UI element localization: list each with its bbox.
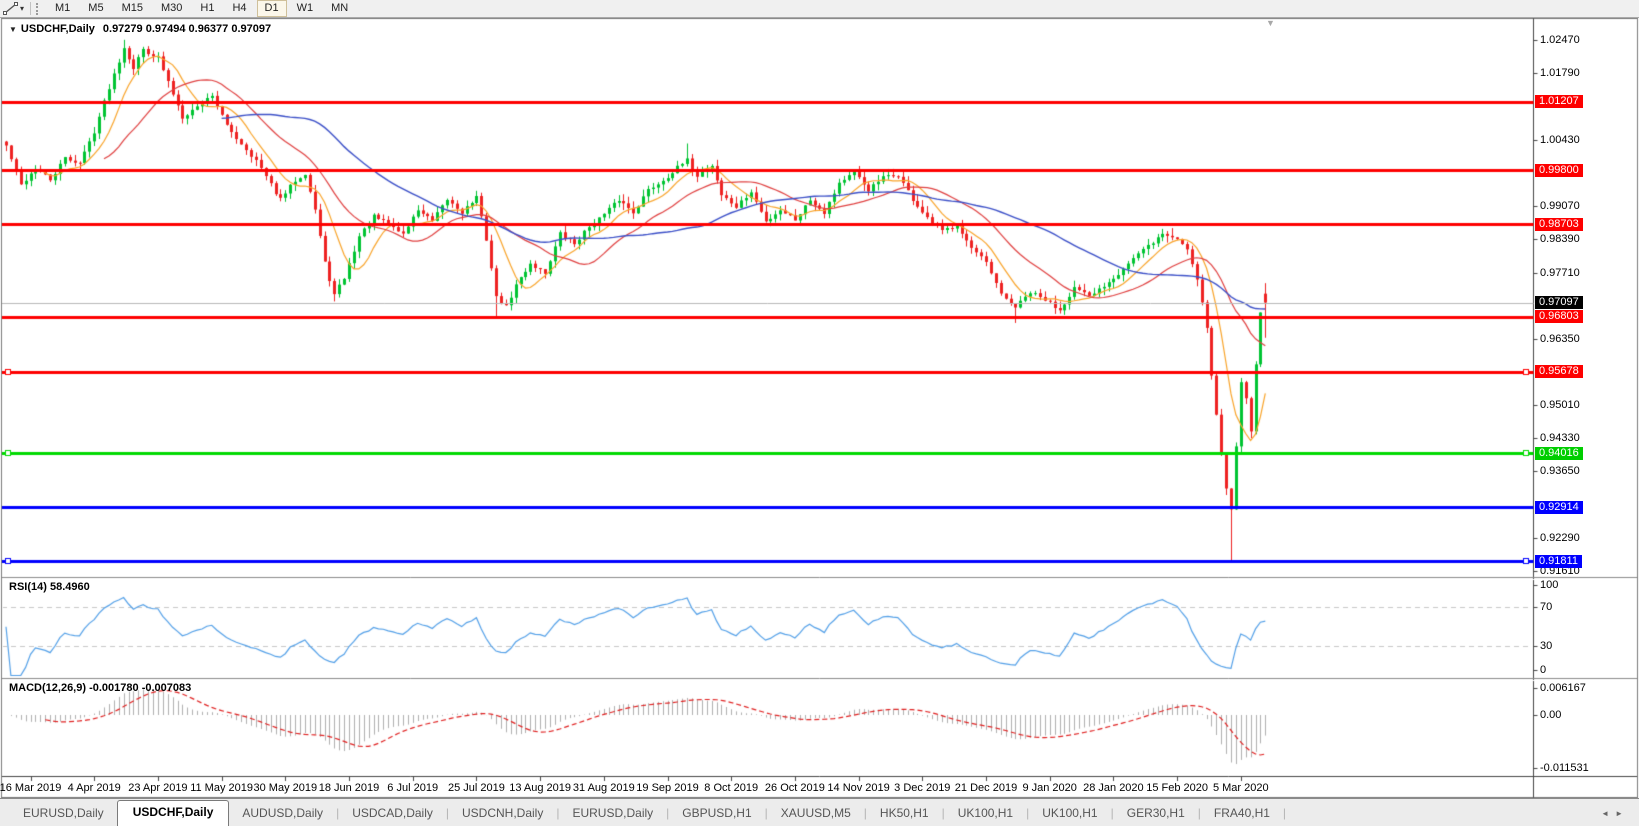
chart-tab-audusd-daily[interactable]: AUDUSD,Daily (229, 802, 336, 826)
toolbar-drag-handle[interactable] (36, 3, 41, 15)
timeframe-button-h1[interactable]: H1 (192, 0, 222, 17)
chart-tabs: EURUSD,DailyUSDCHF,DailyAUDUSD,Daily|USD… (10, 800, 1286, 826)
timeframe-button-d1[interactable]: D1 (257, 0, 287, 17)
chart-tab-usdcnh-daily[interactable]: USDCNH,Daily (449, 802, 556, 826)
timeframe-buttons: M1M5M15M30H1H4D1W1MN (46, 0, 357, 17)
toolbar-separator (30, 2, 31, 15)
chart-tab-xauusd-m5[interactable]: XAUUSD,M5 (768, 802, 864, 826)
chart-tab-gbpusd-h1[interactable]: GBPUSD,H1 (669, 802, 764, 826)
tab-scroll-right-icon[interactable]: ► (1615, 809, 1629, 818)
chart-tab-usdchf-daily[interactable]: USDCHF,Daily (117, 800, 230, 826)
timeframe-button-m15[interactable]: M15 (114, 0, 151, 17)
trendline-tool-icon[interactable] (2, 2, 20, 16)
tab-separator: | (1283, 806, 1286, 826)
timeframe-button-m30[interactable]: M30 (153, 0, 190, 17)
mt4-window: { "icons": { "trendline_tool": "trendlin… (0, 0, 1639, 826)
timeframe-button-m5[interactable]: M5 (80, 0, 111, 17)
chart-tab-ger30-h1[interactable]: GER30,H1 (1114, 802, 1198, 826)
timeframe-button-h4[interactable]: H4 (224, 0, 254, 17)
timeframe-button-w1[interactable]: W1 (289, 0, 322, 17)
tab-scroll-left-icon[interactable]: ◄ (1601, 809, 1615, 818)
chart-tab-usdcad-daily[interactable]: USDCAD,Daily (339, 802, 446, 826)
chart-tab-hk50-h1[interactable]: HK50,H1 (867, 802, 942, 826)
chart-tab-uk100-h1[interactable]: UK100,H1 (945, 802, 1026, 826)
chart-tab-fra40-h1[interactable]: FRA40,H1 (1201, 802, 1283, 826)
chart-tab-eurusd-daily[interactable]: EURUSD,Daily (10, 802, 117, 826)
tab-scroll-arrows: ◄► (1601, 809, 1629, 818)
price-chart-canvas[interactable] (0, 18, 1639, 798)
chart-tab-eurusd-daily[interactable]: EURUSD,Daily (559, 802, 666, 826)
tool-dropdown-icon[interactable]: ▾ (20, 4, 24, 13)
timeframe-button-m1[interactable]: M1 (47, 0, 78, 17)
top-toolbar: ▾ M1M5M15M30H1H4D1W1MN (0, 0, 1639, 18)
chart-tab-uk100-h1[interactable]: UK100,H1 (1029, 802, 1110, 826)
timeframe-button-mn[interactable]: MN (323, 0, 356, 17)
chart-tab-bar: EURUSD,DailyUSDCHF,DailyAUDUSD,Daily|USD… (0, 798, 1639, 826)
